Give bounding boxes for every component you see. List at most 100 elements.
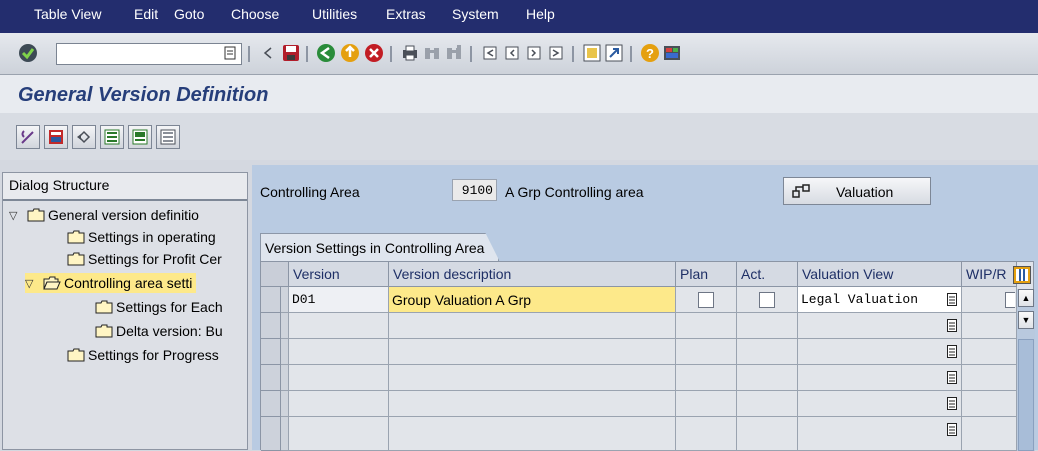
tree-node-settings-each-fiscal-year[interactable]: Settings for Each bbox=[95, 297, 223, 317]
tree-node-delta-version[interactable]: Delta version: Bu bbox=[95, 321, 223, 341]
new-entries-icon[interactable] bbox=[44, 125, 68, 149]
row-selector[interactable] bbox=[261, 417, 281, 451]
actual-checkbox[interactable] bbox=[759, 292, 775, 308]
menu-extras[interactable]: Extras bbox=[386, 6, 426, 22]
value-help-icon[interactable] bbox=[947, 371, 957, 384]
cell-act bbox=[737, 287, 798, 313]
column-header-version[interactable]: Version bbox=[289, 262, 389, 287]
back-arrow-icon[interactable] bbox=[258, 43, 278, 63]
back-icon[interactable] bbox=[316, 43, 336, 63]
save-icon[interactable] bbox=[281, 43, 301, 63]
select-block-icon[interactable] bbox=[128, 125, 152, 149]
value-help-icon[interactable] bbox=[947, 319, 957, 332]
valuation-button-label: Valuation bbox=[836, 184, 894, 200]
row-selector[interactable] bbox=[261, 313, 281, 339]
first-page-icon[interactable] bbox=[480, 43, 500, 63]
dialog-structure-pane: Dialog Structure ▽ General version defin… bbox=[2, 172, 248, 450]
column-header-plan[interactable]: Plan bbox=[676, 262, 737, 287]
tab-version-settings[interactable]: Version Settings in Controlling Area bbox=[260, 233, 499, 261]
tree-node-label: General version definitio bbox=[48, 207, 199, 223]
menu-utilities[interactable]: Utilities bbox=[312, 6, 357, 22]
cell-version[interactable] bbox=[289, 391, 389, 417]
next-page-icon[interactable] bbox=[524, 43, 544, 63]
cell-description[interactable] bbox=[389, 313, 676, 339]
menu-edit[interactable]: Edit bbox=[134, 6, 158, 22]
cell-version[interactable] bbox=[289, 313, 389, 339]
expanded-triangle-icon[interactable]: ▽ bbox=[9, 209, 21, 222]
vertical-scrollbar[interactable]: ▲ ▼ bbox=[1017, 289, 1035, 451]
cell-valuation-view[interactable] bbox=[798, 339, 962, 365]
command-field[interactable] bbox=[56, 43, 242, 65]
menu-choose[interactable]: Choose bbox=[231, 6, 279, 22]
previous-page-icon[interactable] bbox=[502, 43, 522, 63]
find-icon[interactable] bbox=[422, 43, 442, 63]
layout-icon[interactable] bbox=[662, 43, 682, 63]
select-all-icon[interactable] bbox=[100, 125, 124, 149]
detail-pane: Controlling Area 9100 A Grp Controlling … bbox=[252, 165, 1038, 451]
cell-valuation-view[interactable] bbox=[798, 313, 962, 339]
cell-description[interactable] bbox=[389, 365, 676, 391]
undo-change-icon[interactable] bbox=[72, 125, 96, 149]
cell-description[interactable] bbox=[389, 417, 676, 451]
select-all-rows-button[interactable] bbox=[261, 262, 289, 287]
scrollbar-thumb[interactable] bbox=[1018, 339, 1034, 451]
cell-description[interactable] bbox=[389, 391, 676, 417]
print-icon[interactable] bbox=[400, 43, 420, 63]
command-field-dropdown-icon[interactable] bbox=[222, 45, 238, 61]
open-folder-icon bbox=[43, 276, 61, 290]
cancel-icon[interactable] bbox=[364, 43, 384, 63]
cell-description[interactable]: Group Valuation A Grp bbox=[389, 287, 676, 313]
menu-goto[interactable]: Goto bbox=[174, 6, 204, 22]
column-header-description[interactable]: Version description bbox=[389, 262, 676, 287]
value-help-icon[interactable] bbox=[947, 397, 957, 410]
help-icon[interactable]: ? bbox=[640, 43, 660, 63]
cell-valuation-view[interactable]: Legal Valuation bbox=[798, 287, 962, 313]
menu-table-view[interactable]: Table View bbox=[34, 6, 101, 22]
column-header-act[interactable]: Act. bbox=[737, 262, 798, 287]
row-selector[interactable] bbox=[261, 365, 281, 391]
last-page-icon[interactable] bbox=[546, 43, 566, 63]
cell-valuation-view[interactable] bbox=[798, 417, 962, 451]
application-toolbar bbox=[0, 113, 1038, 160]
tree-node-controlling-area-settings[interactable]: ▽ Controlling area setti bbox=[25, 273, 197, 293]
wip-checkbox[interactable] bbox=[1005, 292, 1015, 308]
valuation-button[interactable]: Valuation bbox=[783, 177, 931, 205]
cell-description[interactable] bbox=[389, 339, 676, 365]
cell-valuation-view[interactable] bbox=[798, 365, 962, 391]
value-help-icon[interactable] bbox=[947, 293, 957, 306]
scroll-down-icon[interactable]: ▼ bbox=[1018, 311, 1034, 329]
value-help-icon[interactable] bbox=[947, 423, 957, 436]
row-selector[interactable] bbox=[261, 287, 281, 313]
table-settings-icon[interactable] bbox=[1013, 266, 1031, 284]
display-change-icon[interactable] bbox=[16, 125, 40, 149]
tree-node-settings-progress[interactable]: Settings for Progress bbox=[67, 345, 219, 365]
cell-version[interactable]: D01 bbox=[289, 287, 389, 313]
tree-node-label: Settings for Each bbox=[116, 299, 223, 315]
create-session-icon[interactable] bbox=[582, 43, 602, 63]
menu-system[interactable]: System bbox=[452, 6, 499, 22]
value-help-icon[interactable] bbox=[947, 345, 957, 358]
tree-node-label: Settings for Progress bbox=[88, 347, 219, 363]
exit-icon[interactable] bbox=[340, 43, 360, 63]
cell-valuation-view[interactable] bbox=[798, 391, 962, 417]
shortcut-icon[interactable] bbox=[604, 43, 624, 63]
cell-version[interactable] bbox=[289, 365, 389, 391]
tree-node-settings-operating[interactable]: Settings in operating bbox=[67, 227, 216, 247]
cell-version[interactable] bbox=[289, 339, 389, 365]
cell-version[interactable] bbox=[289, 417, 389, 451]
cell-plan bbox=[676, 287, 737, 313]
tree-node-settings-profit-center[interactable]: Settings for Profit Cer bbox=[67, 249, 222, 269]
controlling-area-description: A Grp Controlling area bbox=[505, 184, 644, 200]
plan-checkbox[interactable] bbox=[698, 292, 714, 308]
row-selector[interactable] bbox=[261, 391, 281, 417]
menu-help[interactable]: Help bbox=[526, 6, 555, 22]
column-header-wip[interactable]: WIP/R bbox=[962, 262, 1017, 287]
tree-node-general-version[interactable]: ▽ General version definitio bbox=[9, 205, 199, 225]
row-selector[interactable] bbox=[261, 339, 281, 365]
find-next-icon[interactable] bbox=[444, 43, 464, 63]
scroll-up-icon[interactable]: ▲ bbox=[1018, 289, 1034, 307]
deselect-all-icon[interactable] bbox=[156, 125, 180, 149]
column-header-valuation-view[interactable]: Valuation View bbox=[798, 262, 962, 287]
expanded-triangle-icon[interactable]: ▽ bbox=[25, 277, 37, 290]
enter-icon[interactable] bbox=[18, 43, 38, 63]
